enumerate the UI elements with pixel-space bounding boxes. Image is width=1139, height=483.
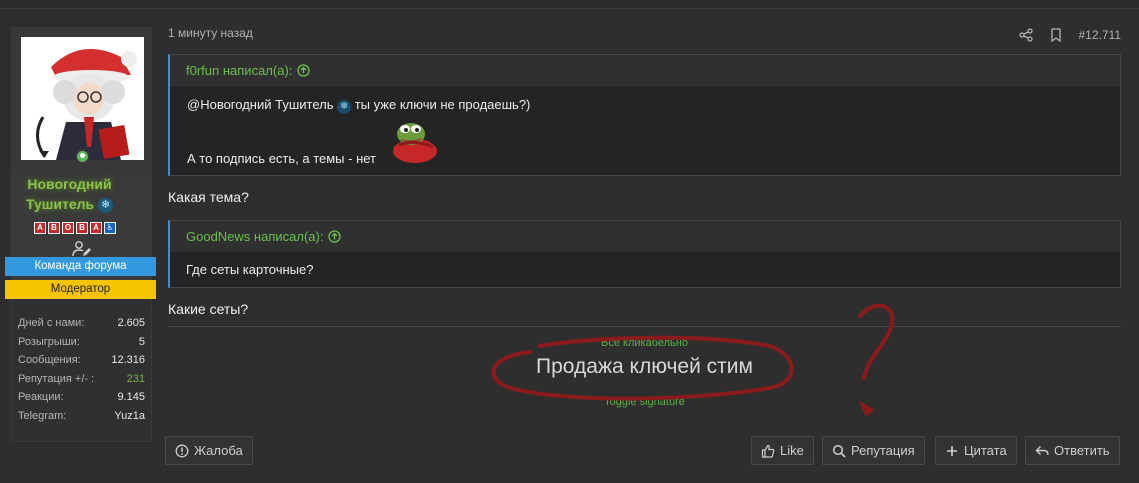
post-header-actions: #12.711 xyxy=(1018,28,1122,42)
stat-row: Дней с нами: 2.605 xyxy=(18,317,145,329)
quote-content: Где сеты карточные? xyxy=(170,253,1120,287)
snowflake-icon: ❄ xyxy=(98,197,114,213)
share-icon[interactable] xyxy=(1018,28,1033,42)
bookmark-icon[interactable] xyxy=(1049,28,1063,42)
arrow-up-circle-icon[interactable] xyxy=(328,230,342,243)
signature-divider xyxy=(168,326,1121,327)
moderator-banner: Модератор xyxy=(5,280,156,299)
quote-button[interactable]: Цитата xyxy=(935,436,1017,465)
avatar[interactable] xyxy=(21,37,144,160)
badge-letter: A xyxy=(34,222,46,234)
reply-arrow-icon xyxy=(1035,445,1049,455)
plus-icon xyxy=(947,445,957,456)
username-link[interactable]: Новогодний Тушитель ❄ xyxy=(0,174,139,214)
stat-row: Telegram: Yuz1a xyxy=(18,409,145,422)
reply-button[interactable]: Ответить xyxy=(1025,436,1120,465)
like-button[interactable]: Like xyxy=(751,436,814,465)
pepe-emoji-image xyxy=(393,123,437,163)
reply-text: Какие сеты? xyxy=(168,301,249,317)
wheelchair-icon: ♿ xyxy=(104,222,116,234)
badge-letter: B xyxy=(48,222,60,234)
team-banner: Команда форума xyxy=(5,257,156,276)
signature-link[interactable]: Продажа ключей стим xyxy=(0,355,1139,379)
alert-circle-icon xyxy=(175,444,189,457)
online-status-icon xyxy=(75,149,90,164)
search-icon xyxy=(832,444,846,458)
quote-content: @Новогодний Тушитель ❄ ты уже ключи не п… xyxy=(170,87,1120,175)
user-edit-icon[interactable] xyxy=(72,241,92,257)
report-button[interactable]: Жалоба xyxy=(165,436,253,465)
badge-letter: A xyxy=(90,222,102,234)
user-mention[interactable]: @Новогодний Тушитель xyxy=(187,97,333,112)
quote-header[interactable]: f0rfun написал(а): xyxy=(170,55,1120,87)
reply-text: Какая тема? xyxy=(168,189,249,205)
reputation-button[interactable]: Репутация xyxy=(822,436,925,465)
badge-letter: O xyxy=(62,222,74,234)
quote-header[interactable]: GoodNews написал(а): xyxy=(170,221,1120,253)
quote-block: GoodNews написал(а): Где сеты карточные? xyxy=(168,220,1121,288)
arrow-up-circle-icon[interactable] xyxy=(297,64,311,77)
snowflake-icon: ❄ xyxy=(337,100,352,114)
badge-letter: B xyxy=(76,222,88,234)
post-timestamp[interactable]: 1 минуту назад xyxy=(168,26,253,40)
toggle-signature-link[interactable]: Toggle signature xyxy=(0,396,1139,408)
avatar-area xyxy=(12,28,151,173)
thumbs-up-icon xyxy=(761,444,775,458)
quote-block: f0rfun написал(а): @Новогодний Тушитель … xyxy=(168,54,1121,176)
signature-hint: Всё кликабельно xyxy=(601,337,688,349)
user-badge-row: A B O B A ♿ xyxy=(34,222,132,236)
post-number-link[interactable]: #12.711 xyxy=(1079,28,1122,42)
